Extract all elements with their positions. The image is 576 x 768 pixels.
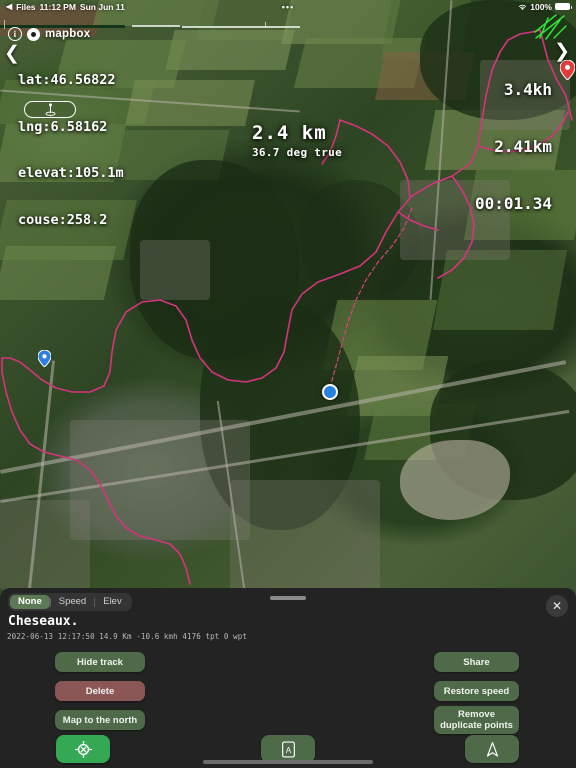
delete-button[interactable]: Delete: [55, 681, 145, 701]
mapbox-logo-icon: [27, 27, 40, 41]
map-quarry: [400, 440, 510, 520]
status-time: 11:12 PM: [39, 1, 76, 12]
distance-value: 2.41km: [494, 137, 552, 156]
info-icon[interactable]: i: [8, 27, 22, 41]
share-button[interactable]: Share: [434, 652, 519, 672]
segment-elev[interactable]: Elev: [95, 595, 129, 609]
orientation-lock-icon: A: [281, 740, 295, 758]
measured-distance: 2.4 km: [252, 122, 327, 144]
crosshair-target-icon: [74, 740, 92, 758]
svg-text:A: A: [285, 745, 291, 754]
trip-stats-readout: 3.4kh 2.41km 00:01.34: [475, 42, 552, 251]
close-icon[interactable]: ✕: [546, 595, 568, 617]
panel-drag-handle[interactable]: [270, 596, 306, 600]
wifi-icon: [519, 4, 527, 10]
mapbox-label: mapbox: [45, 28, 91, 40]
scale-bar-segment: [182, 26, 300, 28]
scale-tick-mid: [265, 22, 266, 28]
screen-root: ◀ Files 11:12 PM Sun Jun 11 ••• 100% i m…: [0, 0, 576, 768]
battery-icon: [555, 3, 572, 10]
home-indicator[interactable]: [203, 760, 373, 764]
orientation-lock-button[interactable]: A: [261, 735, 315, 763]
center-on-location-button[interactable]: [56, 735, 110, 763]
back-caret-icon[interactable]: ◀: [6, 2, 12, 11]
status-menu-dots[interactable]: •••: [282, 2, 294, 12]
status-back-app-label[interactable]: Files: [16, 2, 35, 12]
track-metadata: 2022-06-13 12:17:50 14.9 Km -10.6 kmh 41…: [7, 632, 247, 641]
hide-track-button[interactable]: Hide track: [55, 652, 145, 672]
scale-bar-segment: [132, 25, 180, 27]
battery-percent-label: 100%: [530, 1, 552, 12]
measured-bearing: 36.7 deg true: [252, 146, 342, 159]
elevation-value: elevat:105.1m: [18, 165, 124, 181]
scale-tick-left: [4, 20, 5, 29]
right-panel-expand-chevron[interactable]: ❯: [554, 42, 570, 61]
latitude-value: lat:46.56822: [18, 72, 116, 88]
map-urban-area: [140, 240, 210, 300]
map-field: [165, 30, 295, 70]
end-waypoint-pin[interactable]: [560, 60, 575, 80]
segment-none[interactable]: None: [10, 595, 50, 609]
map-urban-area: [230, 480, 380, 590]
ios-status-bar: ◀ Files 11:12 PM Sun Jun 11 ••• 100%: [0, 0, 576, 13]
mapbox-attribution[interactable]: i mapbox: [8, 27, 90, 41]
speed-value: 3.4kh: [503, 80, 552, 99]
track-title: Cheseaux.: [8, 614, 79, 629]
segment-speed[interactable]: Speed: [51, 595, 94, 609]
restore-speed-button[interactable]: Restore speed: [434, 681, 519, 701]
duration-value: 00:01.34: [474, 194, 552, 213]
track-detail-panel: ✕ None Speed Elev Cheseaux. 2022-06-13 1…: [0, 588, 576, 768]
map-field: [432, 250, 568, 330]
graph-mode-segmented-control[interactable]: None Speed Elev: [8, 593, 132, 611]
map-to-the-north-button[interactable]: Map to the north: [55, 710, 145, 730]
north-up-button[interactable]: [465, 735, 519, 763]
coordinates-readout: lat:46.56822 lng:6.58162 elevat:105.1m c…: [18, 42, 124, 259]
longitude-value: lng:6.58162: [18, 118, 108, 135]
map-urban-area: [0, 500, 90, 590]
remove-duplicate-points-button[interactable]: Remove duplicate points: [434, 706, 519, 734]
waypoint-pin-icon: [44, 103, 56, 116]
start-waypoint-pin[interactable]: [38, 350, 51, 367]
course-value: couse:258.2: [18, 211, 108, 228]
measure-distance-label: 2.4 km 36.7 deg true: [252, 122, 342, 159]
status-date: Sun Jun 11: [79, 1, 125, 12]
navigation-arrow-icon: [486, 741, 498, 757]
add-waypoint-button[interactable]: [24, 101, 76, 118]
current-location-dot[interactable]: [322, 384, 338, 400]
